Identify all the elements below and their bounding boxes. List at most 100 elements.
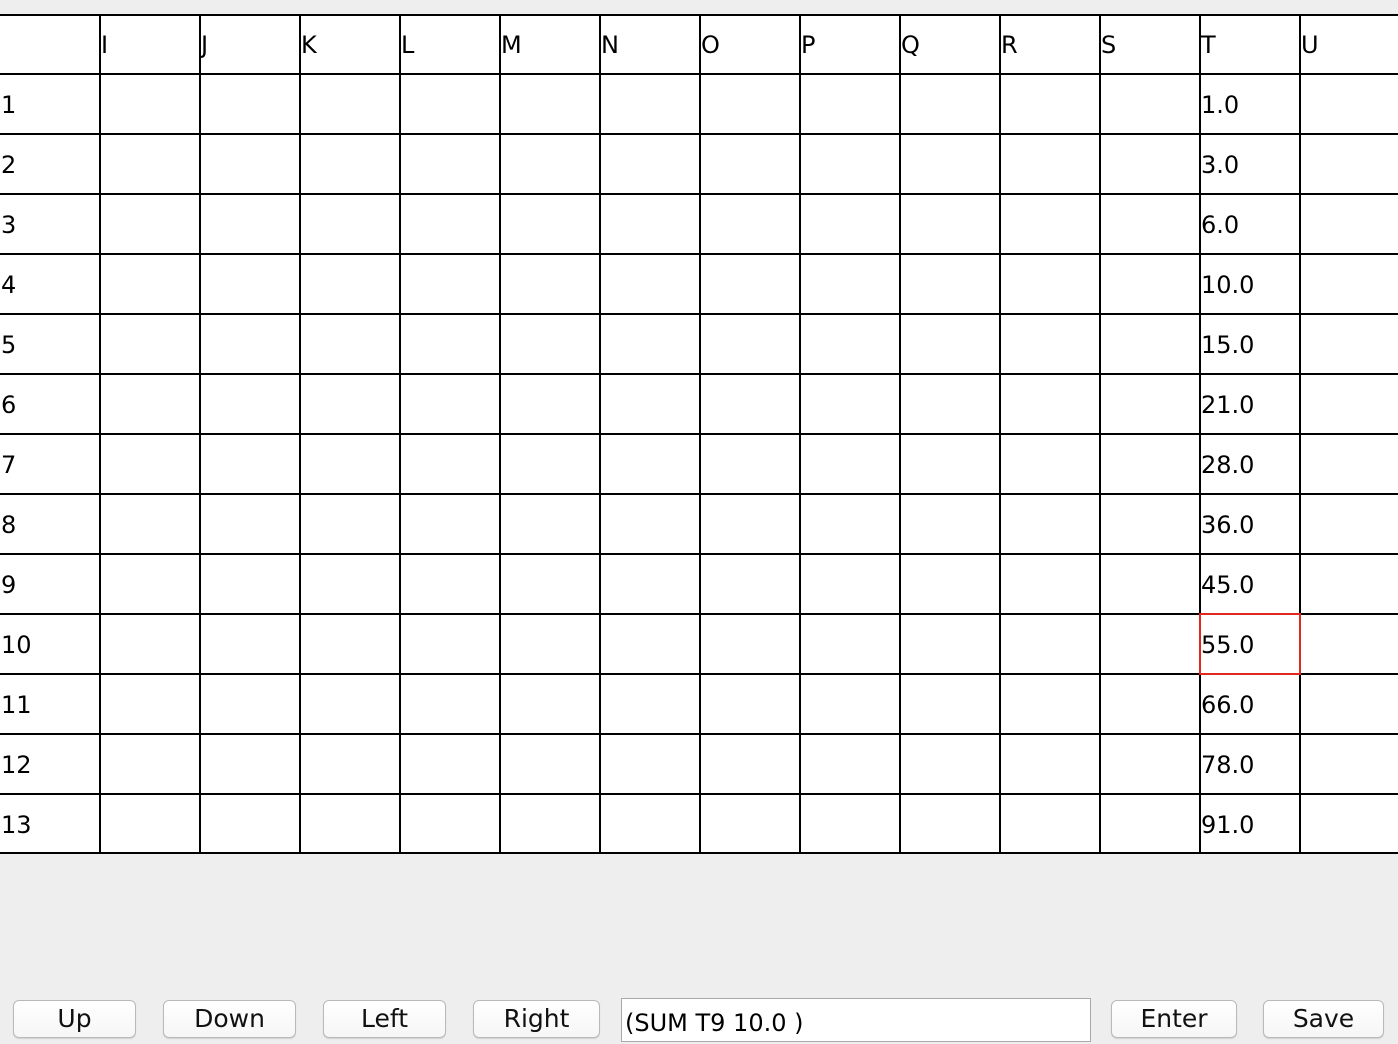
cell-n8[interactable] [601,495,699,553]
save-button[interactable]: Save [1263,1000,1384,1038]
cell-m10[interactable] [501,615,599,673]
cell-l1[interactable] [401,75,499,133]
cell-n9[interactable] [601,555,699,613]
cell-n10[interactable] [601,615,699,673]
cell-m9[interactable] [501,555,599,613]
column-header-o[interactable]: O [701,15,799,73]
cell-t12[interactable]: 78.0 [1201,735,1299,793]
cell-u11[interactable] [1301,675,1398,733]
cell-k10[interactable] [301,615,399,673]
cell-p10[interactable] [801,615,899,673]
cell-q12[interactable] [901,735,999,793]
cell-k1[interactable] [301,75,399,133]
cell-r2[interactable] [1001,135,1099,193]
cell-s4[interactable] [1101,255,1199,313]
cell-r12[interactable] [1001,735,1099,793]
cell-u3[interactable] [1301,195,1398,253]
cell-p2[interactable] [801,135,899,193]
cell-p9[interactable] [801,555,899,613]
cell-j9[interactable] [201,555,299,613]
cell-p12[interactable] [801,735,899,793]
cell-o2[interactable] [701,135,799,193]
cell-j1[interactable] [201,75,299,133]
column-header-i[interactable]: I [101,15,199,73]
cell-l12[interactable] [401,735,499,793]
cell-m2[interactable] [501,135,599,193]
cell-u8[interactable] [1301,495,1398,553]
cell-o13[interactable] [701,795,799,853]
cell-t6[interactable]: 21.0 [1201,375,1299,433]
cell-t11[interactable]: 66.0 [1201,675,1299,733]
cell-l2[interactable] [401,135,499,193]
cell-t13[interactable]: 91.0 [1201,795,1299,853]
row-header-8[interactable]: 8 [1,495,99,553]
cell-j2[interactable] [201,135,299,193]
cell-t9[interactable]: 45.0 [1201,555,1299,613]
cell-k8[interactable] [301,495,399,553]
cell-p4[interactable] [801,255,899,313]
cell-j7[interactable] [201,435,299,493]
enter-button[interactable]: Enter [1111,1000,1237,1038]
cell-l9[interactable] [401,555,499,613]
cell-o12[interactable] [701,735,799,793]
row-header-7[interactable]: 7 [1,435,99,493]
cell-n4[interactable] [601,255,699,313]
cell-o11[interactable] [701,675,799,733]
cell-n5[interactable] [601,315,699,373]
cell-n3[interactable] [601,195,699,253]
cell-n2[interactable] [601,135,699,193]
cell-s2[interactable] [1101,135,1199,193]
cell-o4[interactable] [701,255,799,313]
cell-t7[interactable]: 28.0 [1201,435,1299,493]
cell-o5[interactable] [701,315,799,373]
cell-s10[interactable] [1101,615,1199,673]
cell-s1[interactable] [1101,75,1199,133]
cell-r8[interactable] [1001,495,1099,553]
cell-s6[interactable] [1101,375,1199,433]
cell-j8[interactable] [201,495,299,553]
cell-i6[interactable] [101,375,199,433]
cell-t8[interactable]: 36.0 [1201,495,1299,553]
cell-k13[interactable] [301,795,399,853]
cell-o7[interactable] [701,435,799,493]
column-header-t[interactable]: T [1201,15,1299,73]
row-header-13[interactable]: 13 [1,795,99,853]
column-header-s[interactable]: S [1101,15,1199,73]
cell-p5[interactable] [801,315,899,373]
cell-t4[interactable]: 10.0 [1201,255,1299,313]
column-header-n[interactable]: N [601,15,699,73]
cell-i3[interactable] [101,195,199,253]
cell-j3[interactable] [201,195,299,253]
column-header-m[interactable]: M [501,15,599,73]
cell-q9[interactable] [901,555,999,613]
cell-l11[interactable] [401,675,499,733]
cell-r5[interactable] [1001,315,1099,373]
cell-i1[interactable] [101,75,199,133]
cell-m5[interactable] [501,315,599,373]
cell-m4[interactable] [501,255,599,313]
row-header-3[interactable]: 3 [1,195,99,253]
cell-k9[interactable] [301,555,399,613]
cell-q3[interactable] [901,195,999,253]
cell-j13[interactable] [201,795,299,853]
cell-p7[interactable] [801,435,899,493]
cell-o10[interactable] [701,615,799,673]
cell-r7[interactable] [1001,435,1099,493]
cell-n6[interactable] [601,375,699,433]
cell-k12[interactable] [301,735,399,793]
cell-k6[interactable] [301,375,399,433]
right-button[interactable]: Right [473,1000,600,1038]
cell-p13[interactable] [801,795,899,853]
cell-q11[interactable] [901,675,999,733]
cell-r11[interactable] [1001,675,1099,733]
row-header-4[interactable]: 4 [1,255,99,313]
column-header-u[interactable]: U [1301,15,1398,73]
cell-k2[interactable] [301,135,399,193]
cell-r13[interactable] [1001,795,1099,853]
row-header-12[interactable]: 12 [1,735,99,793]
cell-s9[interactable] [1101,555,1199,613]
cell-p11[interactable] [801,675,899,733]
cell-o1[interactable] [701,75,799,133]
cell-m8[interactable] [501,495,599,553]
cell-k11[interactable] [301,675,399,733]
